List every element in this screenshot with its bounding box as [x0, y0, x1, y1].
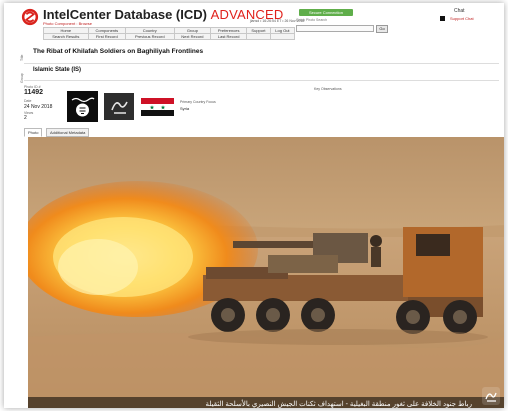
app-window: IntelCenter Database (ICD) ADVANCED Phot…: [4, 3, 504, 408]
nav-next-record[interactable]: Next Record: [173, 33, 212, 40]
nav-empty: [246, 33, 271, 40]
primary-country-value[interactable]: Syria: [180, 106, 189, 111]
support-chat-checkbox[interactable]: [440, 16, 445, 21]
divider: [24, 80, 499, 81]
quick-photo-search-label: Quick Photo Search: [296, 18, 328, 22]
record-photo: رباط جنود الخلافة على ثغور منطقة البغيلي…: [28, 137, 504, 408]
divider: [24, 63, 499, 64]
nav-last-record[interactable]: Last Record: [210, 33, 248, 40]
app-title: IntelCenter Database (ICD) ADVANCED: [43, 7, 283, 22]
nav-first-record[interactable]: First Record: [87, 33, 127, 40]
title-side-label: Title: [20, 54, 24, 61]
chat-label: Chat: [454, 8, 465, 14]
views-value: 2: [24, 115, 27, 121]
nav-empty: [269, 33, 296, 40]
nav-menu: Home Components Country Group Preference…: [43, 27, 296, 40]
flag-islamic-state-icon: [67, 91, 98, 122]
tab-photo[interactable]: Photo: [24, 128, 43, 137]
record-title: The Ribat of Khilafah Soldiers on Baghil…: [33, 48, 204, 55]
date-label: Date: [24, 99, 32, 103]
key-observations-label: Key Observations: [314, 87, 342, 91]
date-value: 24 Nov 2018: [24, 104, 53, 110]
app-title-text: IntelCenter Database (ICD): [43, 7, 207, 22]
primary-country-label: Primary Country Focus: [180, 100, 216, 104]
amaq-logo-icon: [104, 93, 134, 120]
photo-scene: [28, 137, 504, 408]
logo-icon[interactable]: [21, 8, 39, 26]
search-go-button[interactable]: Go: [376, 25, 388, 33]
secure-connection-button[interactable]: Secure Connection: [299, 9, 353, 16]
group-name[interactable]: Islamic State (IS): [33, 67, 81, 73]
quick-photo-search-input[interactable]: [296, 25, 374, 32]
tab-additional-metadata[interactable]: Additional Metadata: [46, 128, 90, 137]
nav-search-results[interactable]: Search Results: [43, 33, 89, 40]
photo-id-value: 11492: [24, 89, 44, 96]
group-side-label: Group: [20, 73, 24, 83]
watermark-icon: [482, 387, 500, 405]
nav-previous-record[interactable]: Previous Record: [125, 33, 175, 40]
component-subtitle: Photo Component : Browse: [43, 21, 92, 26]
flag-syria-icon: [141, 98, 174, 116]
support-chat-link[interactable]: Support Chat: [450, 16, 474, 21]
photo-caption: رباط جنود الخلافة على ثغور منطقة البغيلي…: [205, 401, 472, 408]
